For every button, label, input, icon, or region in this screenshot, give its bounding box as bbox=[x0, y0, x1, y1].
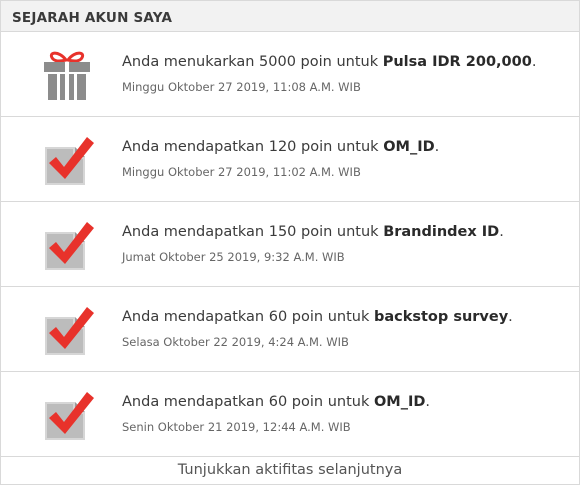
checked-document-icon bbox=[39, 216, 95, 272]
checked-document-icon bbox=[39, 301, 95, 357]
show-more-link[interactable]: Tunjukkan aktifitas selanjutnya bbox=[1, 457, 579, 485]
checked-document-icon bbox=[39, 131, 95, 187]
history-date: Minggu Oktober 27 2019, 11:02 A.M. WIB bbox=[122, 165, 361, 179]
reward-name: Pulsa IDR 200,000 bbox=[382, 54, 532, 70]
checked-document-icon bbox=[39, 386, 95, 442]
history-description: Anda menukarkan 5000 poin untuk Pulsa ID… bbox=[122, 54, 537, 70]
history-description: Anda mendapatkan 60 poin untuk OM_ID. bbox=[122, 394, 431, 410]
history-text: Anda mendapatkan 60 poin untuk backstop … bbox=[122, 309, 513, 349]
survey-name: OM_ID bbox=[383, 139, 435, 155]
history-item: Anda mendapatkan 60 poin untuk backstop … bbox=[1, 287, 579, 372]
history-date: Jumat Oktober 25 2019, 9:32 A.M. WIB bbox=[122, 250, 345, 264]
survey-name: OM_ID bbox=[373, 394, 426, 410]
history-text: Anda mendapatkan 120 poin untuk OM_ID. M… bbox=[122, 139, 439, 179]
history-date: Selasa Oktober 22 2019, 4:24 A.M. WIB bbox=[122, 335, 349, 349]
history-item: Anda mendapatkan 60 poin untuk OM_ID. Se… bbox=[1, 372, 579, 457]
history-list: Anda menukarkan 5000 poin untuk Pulsa ID… bbox=[1, 32, 579, 457]
history-description: Anda mendapatkan 150 poin untuk Brandind… bbox=[122, 224, 504, 240]
survey-name: Brandindex ID bbox=[383, 224, 500, 240]
history-item: Anda mendapatkan 120 poin untuk OM_ID. M… bbox=[1, 117, 579, 202]
history-date: Senin Oktober 21 2019, 12:44 A.M. WIB bbox=[122, 420, 351, 434]
history-description: Anda mendapatkan 60 poin untuk backstop … bbox=[122, 309, 513, 325]
history-text: Anda mendapatkan 60 poin untuk OM_ID. Se… bbox=[122, 394, 430, 434]
history-text: Anda menukarkan 5000 poin untuk Pulsa ID… bbox=[122, 54, 536, 94]
history-item: Anda menukarkan 5000 poin untuk Pulsa ID… bbox=[1, 32, 579, 117]
history-date: Minggu Oktober 27 2019, 11:08 A.M. WIB bbox=[122, 80, 361, 94]
history-description: Anda mendapatkan 120 poin untuk OM_ID. bbox=[122, 139, 440, 155]
gift-icon bbox=[39, 46, 95, 102]
history-text: Anda mendapatkan 150 poin untuk Brandind… bbox=[122, 224, 504, 264]
survey-name: backstop survey bbox=[373, 309, 509, 325]
history-item: Anda mendapatkan 150 poin untuk Brandind… bbox=[1, 202, 579, 287]
section-title: SEJARAH AKUN SAYA bbox=[1, 1, 579, 32]
account-history-panel: SEJARAH AKUN SAYA Anda menukarkan 5000 p… bbox=[0, 0, 580, 485]
